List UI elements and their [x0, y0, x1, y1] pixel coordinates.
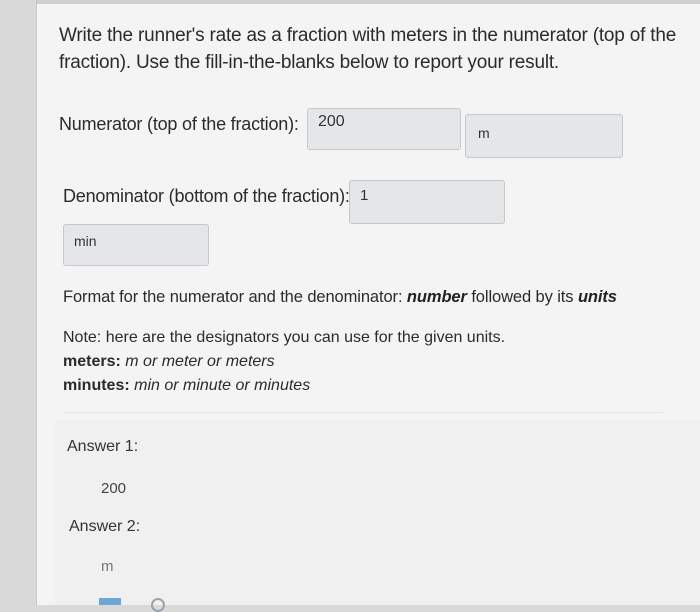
note-heading: Note: here are the designators you can u…: [63, 329, 506, 346]
numerator-unit-blank[interactable]: m: [465, 114, 623, 158]
note-meters-row: meters: m or meter or meters: [63, 350, 663, 374]
units-note: Note: here are the designators you can u…: [63, 326, 663, 398]
partial-circle-icon: [151, 598, 165, 612]
note-meters-values: m or meter or meters: [125, 353, 275, 370]
format-middle: followed by its: [471, 288, 574, 306]
denominator-unit-blank[interactable]: min: [63, 224, 209, 266]
note-minutes-values: min or minute or minutes: [134, 377, 311, 394]
question-instructions: Write the runner's rate as a fraction wi…: [59, 25, 677, 73]
note-minutes-row: minutes: min or minute or minutes: [63, 374, 663, 398]
answer-1-value: 200: [101, 480, 127, 497]
question-card: Write the runner's rate as a fraction wi…: [36, 0, 700, 612]
partial-progress-indicator: [99, 598, 121, 605]
denominator-label: Denominator (bottom of the fraction):: [63, 186, 350, 206]
note-minutes-label: minutes:: [63, 377, 130, 394]
note-meters-label: meters:: [63, 353, 121, 370]
answer-2-value: m: [101, 558, 114, 575]
answer-1-label: Answer 1:: [67, 438, 139, 455]
denominator-value-blank[interactable]: 1: [349, 180, 505, 224]
numerator-value-blank[interactable]: 200: [307, 108, 461, 150]
top-border: [37, 0, 700, 4]
answer-2-label: Answer 2:: [69, 518, 141, 535]
format-instructions: Format for the numerator and the denomin…: [63, 288, 617, 307]
section-divider: [63, 412, 663, 413]
numerator-label: Numerator (top of the fraction):: [59, 114, 299, 134]
format-prefix: Format for the numerator and the denomin…: [63, 288, 403, 306]
format-units-word: units: [577, 288, 617, 306]
format-number-word: number: [406, 288, 467, 306]
answers-panel: Answer 1: 200 Answer 2: m: [55, 420, 700, 612]
